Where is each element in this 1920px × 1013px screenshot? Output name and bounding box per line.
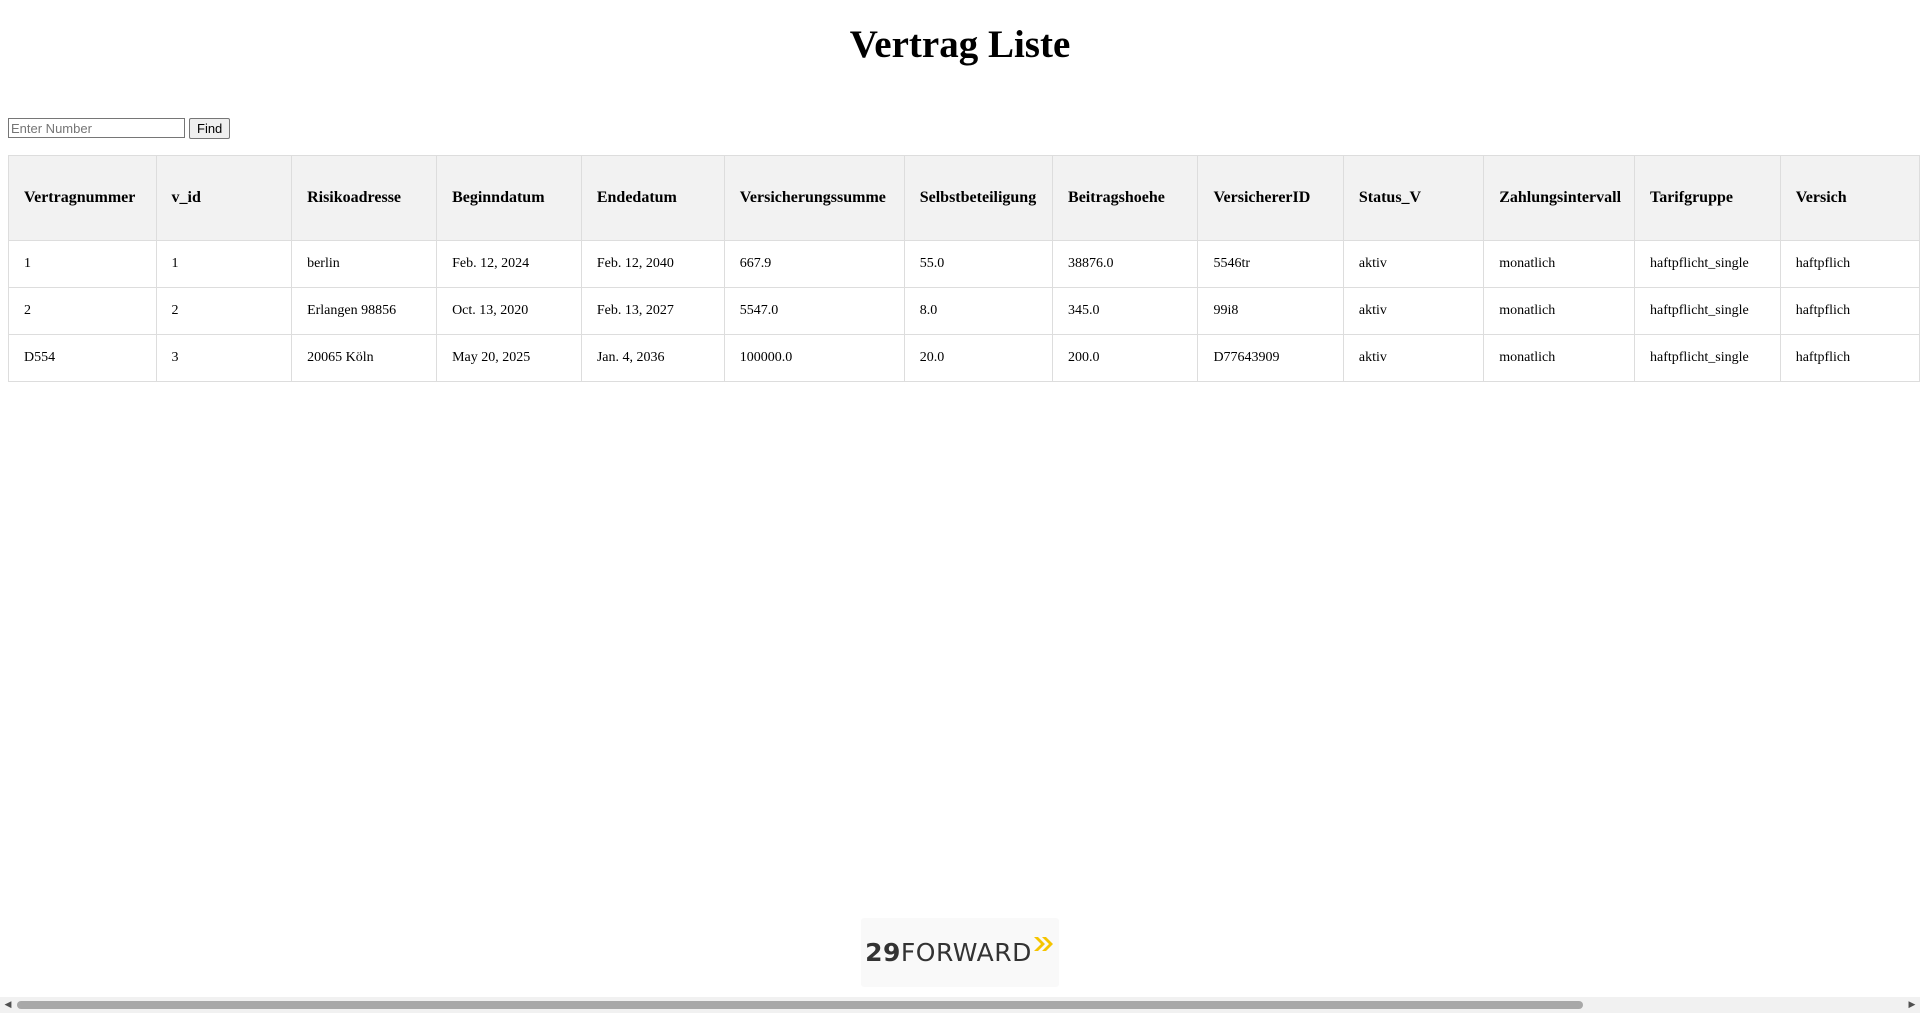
table-cell: 3 — [155, 334, 293, 382]
table-cell: 667.9 — [723, 240, 905, 288]
table-cell: Feb. 13, 2027 — [580, 287, 725, 335]
table-cell: May 20, 2025 — [436, 334, 582, 382]
table-cell: D554 — [8, 334, 157, 382]
table-cell: 345.0 — [1052, 287, 1199, 335]
table-row: D554 3 20065 Köln May 20, 2025 Jan. 4, 2036 1… — [8, 334, 1920, 382]
column-header: Zahlungsintervall — [1483, 155, 1635, 241]
column-header: Endedatum — [580, 155, 725, 241]
column-header: Beginndatum — [436, 155, 582, 241]
table-cell: 2 — [8, 287, 157, 335]
table-row: 1 1 berlin Feb. 12, 2024 Feb. 12, 2040 667.9 5… — [8, 240, 1920, 288]
table-cell: 1 — [155, 240, 293, 288]
table-cell: haftpflicht_single — [1633, 240, 1781, 288]
table-cell: monatlich — [1483, 287, 1635, 335]
table-cell: Jan. 4, 2036 — [580, 334, 725, 382]
company-logo: 29 FORWARD — [861, 918, 1059, 987]
table-cell: 2 — [155, 287, 293, 335]
column-header: Versicherungssumme — [723, 155, 905, 241]
contract-table: Vertragnummer v_id Risikoadresse Beginndatu… — [8, 155, 1920, 382]
table-cell: Oct. 13, 2020 — [436, 287, 582, 335]
table-cell: Feb. 12, 2040 — [580, 240, 725, 288]
table-cell: 200.0 — [1052, 334, 1199, 382]
column-header: v_id — [155, 155, 293, 241]
table-cell: D77643909 — [1197, 334, 1344, 382]
logo-number: 29 — [865, 938, 901, 967]
search-input[interactable] — [8, 118, 185, 138]
table-cell: haftpflich — [1779, 334, 1920, 382]
table-cell: haftpflich — [1779, 287, 1920, 335]
table-cell: berlin — [291, 240, 438, 288]
table-cell: 8.0 — [903, 287, 1054, 335]
column-header: VersichererID — [1197, 155, 1344, 241]
table-cell: 5547.0 — [723, 287, 905, 335]
table-header-row: Vertragnummer v_id Risikoadresse Beginndatu… — [8, 155, 1920, 241]
column-header: Risikoadresse — [291, 155, 438, 241]
table-cell: 20065 Köln — [291, 334, 438, 382]
table-cell: Erlangen 98856 — [291, 287, 438, 335]
table-cell: 20.0 — [903, 334, 1054, 382]
search-bar: Find — [8, 118, 231, 139]
logo-word: FORWARD — [900, 938, 1032, 967]
column-header: Tarifgruppe — [1633, 155, 1781, 241]
table-cell: aktiv — [1342, 334, 1485, 382]
double-chevron-icon — [1033, 936, 1053, 951]
arrow-left-icon[interactable]: ◀ — [0, 997, 16, 1013]
table-cell: aktiv — [1342, 287, 1485, 335]
column-header: Vertragnummer — [8, 155, 157, 241]
table-cell: 99i8 — [1197, 287, 1344, 335]
table-cell: 5546tr — [1197, 240, 1344, 288]
table-row: 2 2 Erlangen 98856 Oct. 13, 2020 Feb. 13, 20… — [8, 287, 1920, 335]
column-header: Status_V — [1342, 155, 1485, 241]
arrow-right-icon[interactable]: ▶ — [1904, 997, 1920, 1013]
table-container: Vertragnummer v_id Risikoadresse Beginndatu… — [8, 155, 1920, 382]
table-cell: haftpflicht_single — [1633, 334, 1781, 382]
table-cell: Feb. 12, 2024 — [436, 240, 582, 288]
table-cell: 38876.0 — [1052, 240, 1199, 288]
table-cell: 55.0 — [903, 240, 1054, 288]
table-cell: haftpflicht_single — [1633, 287, 1781, 335]
find-button[interactable]: Find — [189, 118, 231, 139]
table-cell: 100000.0 — [723, 334, 905, 382]
scrollbar-thumb[interactable] — [17, 1001, 1583, 1009]
column-header: Beitragshoehe — [1052, 155, 1199, 241]
horizontal-scrollbar[interactable]: ◀ ▶ — [0, 997, 1920, 1013]
table-cell: monatlich — [1483, 334, 1635, 382]
column-header: Selbstbeteiligung — [903, 155, 1054, 241]
page-title: Vertrag Liste — [849, 23, 1071, 66]
table-cell: 1 — [8, 240, 157, 288]
table-cell: monatlich — [1483, 240, 1635, 288]
table-cell: haftpflich — [1779, 240, 1920, 288]
column-header: Versich — [1779, 155, 1920, 241]
table-cell: aktiv — [1342, 240, 1485, 288]
